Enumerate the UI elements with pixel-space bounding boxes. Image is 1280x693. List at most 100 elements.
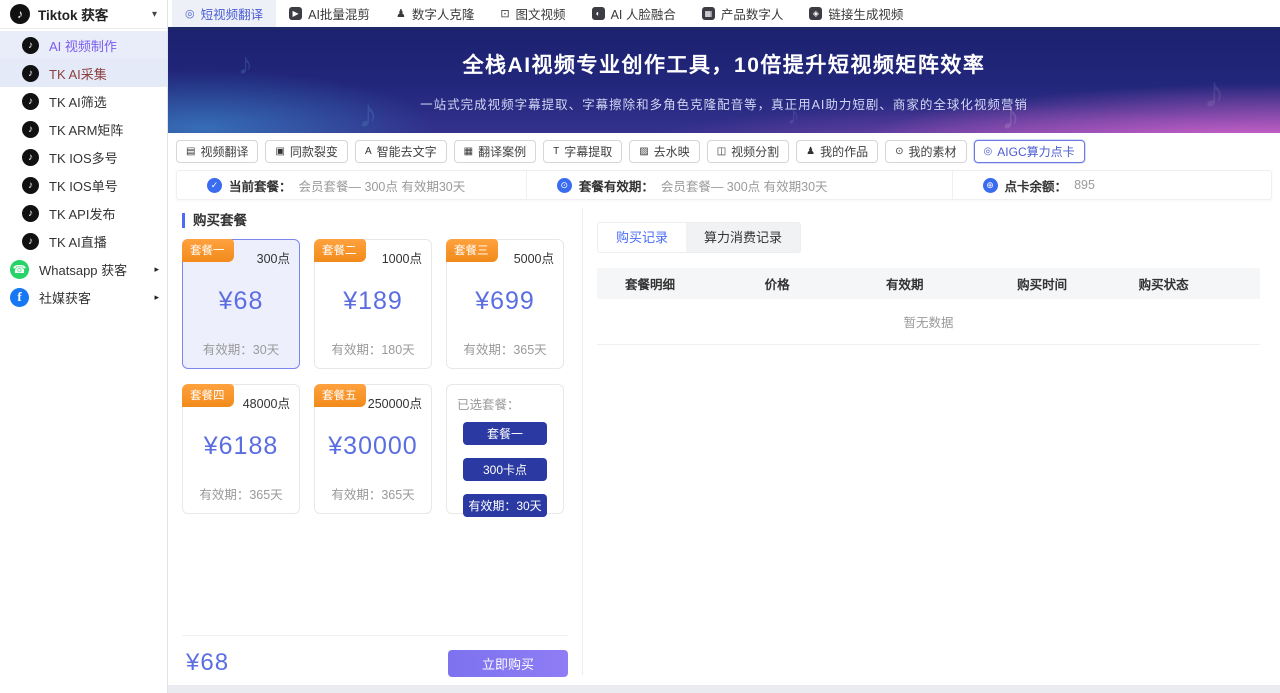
translate-icon: ◎ (185, 7, 195, 20)
package-points: 48000点 (243, 393, 290, 412)
tab-label: 产品数字人 (721, 4, 784, 23)
clock-icon: ⊙ (557, 178, 572, 193)
tab-ai-face-fusion[interactable]: ◐ AI 人脸融合 (579, 0, 689, 27)
watermark-icon: ▨ (639, 146, 648, 157)
sidebar-item-ai-video-create[interactable]: ♪ AI 视频制作 (0, 31, 167, 59)
sidebar-item-social-media[interactable]: f 社媒获客 ▸ (0, 283, 167, 311)
sidebar-item-tk-ios-multi[interactable]: ♪ TK IOS多号 (0, 143, 167, 171)
sidebar: ♪ Tiktok 获客 ▾ ♪ AI 视频制作 ♪ TK AI采集 ♪ TK A… (0, 0, 168, 693)
selected-plan-label: 已选套餐： (457, 394, 553, 413)
spacer (182, 514, 572, 635)
tab-link-generate-video[interactable]: ◈ 链接生成视频 (796, 0, 916, 27)
points-balance-segment: ⊕ 点卡余额： 895 (952, 171, 1271, 199)
smart-text-removal-button[interactable]: A 智能去文字 (355, 140, 447, 163)
selected-plan-summary: 已选套餐： 套餐一 300卡点 有效期：30天 (446, 384, 564, 514)
col-plan-detail: 套餐明细 (625, 274, 765, 293)
package-price: ¥68 (219, 287, 264, 316)
materials-icon: ⊙ (895, 146, 903, 157)
package-card-4[interactable]: 套餐四 48000点 ¥6188 有效期：365天 (182, 384, 300, 514)
tab-label: 数字人克隆 (412, 4, 475, 23)
sidebar-item-label: Whatsapp 获客 (39, 260, 127, 279)
tiktok-icon: ♪ (22, 177, 39, 194)
video-split-icon: ◫ (717, 146, 726, 157)
tab-product-digital-human[interactable]: ▦ 产品数字人 (689, 0, 797, 27)
selected-plan-pills: 套餐一 300卡点 有效期：30天 (457, 422, 553, 517)
tab-consumption-records[interactable]: 算力消费记录 (686, 223, 800, 252)
chevron-right-icon: ▸ (154, 292, 159, 303)
media-play-icon: ⊡ (500, 7, 509, 20)
button-label: 我的素材 (909, 143, 957, 160)
button-label: 智能去文字 (377, 143, 437, 160)
col-validity: 有效期 (886, 274, 1017, 293)
plan-validity-segment: ⊙ 套餐有效期： 会员套餐— 300点 有效期30天 (526, 171, 952, 199)
total-price: ¥68 (186, 649, 229, 677)
purchase-panel: 购买套餐 套餐一 300点 ¥68 有效期：30天 套餐二 1000点 ¥189… (176, 204, 572, 683)
sidebar-item-tk-arm-matrix[interactable]: ♪ TK ARM矩阵 (0, 115, 167, 143)
sidebar-item-tk-api-publish[interactable]: ♪ TK API发布 (0, 199, 167, 227)
package-card-2[interactable]: 套餐二 1000点 ¥189 有效期：180天 (314, 239, 432, 369)
points-balance-label: 点卡余额： (1005, 176, 1068, 195)
points-balance-value: 895 (1074, 178, 1095, 192)
link-video-icon: ◈ (809, 7, 822, 20)
video-translate-icon: ▤ (186, 146, 195, 157)
purchase-footer: ¥68 立即购买 (182, 636, 572, 683)
col-price: 价格 (765, 274, 886, 293)
tab-digital-human-clone[interactable]: ♟ 数字人克隆 (383, 0, 487, 27)
package-price: ¥30000 (328, 432, 417, 461)
translate-cases-button[interactable]: ▦ 翻译案例 (454, 140, 536, 163)
sidebar-header[interactable]: ♪ Tiktok 获客 ▾ (0, 0, 167, 29)
same-style-fission-button[interactable]: ▣ 同款裂变 (265, 140, 347, 163)
text-removal-icon: A (365, 146, 372, 157)
package-points: 300点 (257, 248, 290, 267)
sidebar-item-label: TK AI筛选 (49, 92, 107, 111)
sidebar-item-tk-ai-filter[interactable]: ♪ TK AI筛选 (0, 87, 167, 115)
purchase-section-title: 购买套餐 (182, 213, 572, 228)
sidebar-item-whatsapp[interactable]: ☎ Whatsapp 获客 ▸ (0, 255, 167, 283)
package-price: ¥699 (475, 287, 535, 316)
face-fusion-icon: ◐ (592, 7, 605, 20)
package-badge: 套餐五 (314, 384, 366, 407)
tab-short-video-translate[interactable]: ◎ 短视频翻译 (172, 0, 276, 27)
tab-label: 链接生成视频 (828, 4, 903, 23)
video-translate-button[interactable]: ▤ 视频翻译 (176, 140, 258, 163)
balance-icon: ⊕ (983, 178, 998, 193)
current-plan-segment: ✓ 当前套餐： 会员套餐— 300点 有效期30天 (177, 171, 526, 199)
buy-now-button[interactable]: 立即购买 (448, 650, 568, 677)
sidebar-item-label: AI 视频制作 (49, 36, 117, 55)
hero-banner: ♪ ♪ ♪ ♪ ♪ 全栈AI视频专业创作工具，10倍提升短视频矩阵效率 一站式完… (168, 30, 1280, 133)
package-card-5[interactable]: 套餐五 250000点 ¥30000 有效期：365天 (314, 384, 432, 514)
my-materials-button[interactable]: ⊙ 我的素材 (885, 140, 966, 163)
tab-purchase-records[interactable]: 购买记录 (598, 223, 686, 252)
tiktok-icon: ♪ (22, 149, 39, 166)
package-price: ¥6188 (204, 432, 279, 461)
button-label: 我的作品 (820, 143, 868, 160)
package-validity: 有效期：365天 (331, 484, 414, 503)
package-card-3[interactable]: 套餐三 5000点 ¥699 有效期：365天 (446, 239, 564, 369)
button-label: 字幕提取 (564, 143, 612, 160)
aigc-points-card-button[interactable]: ◎ AIGC算力点卡 (974, 140, 1085, 163)
tiktok-logo-icon: ♪ (10, 4, 30, 24)
tiktok-icon: ♪ (22, 37, 39, 54)
banner-title: 全栈AI视频专业创作工具，10倍提升短视频矩阵效率 (168, 49, 1280, 79)
my-works-button[interactable]: ♟ 我的作品 (796, 140, 878, 163)
package-validity: 有效期：365天 (463, 339, 546, 358)
sidebar-item-tk-ai-collect[interactable]: ♪ TK AI采集 (0, 59, 167, 87)
plan-validity-label: 套餐有效期： (579, 176, 654, 195)
package-points: 5000点 (514, 248, 554, 267)
video-split-button[interactable]: ◫ 视频分割 (707, 140, 789, 163)
sidebar-item-label: TK IOS多号 (49, 148, 118, 167)
button-label: 视频分割 (731, 143, 779, 160)
watermark-removal-button[interactable]: ▨ 去水映 (629, 140, 699, 163)
sidebar-item-tk-ios-single[interactable]: ♪ TK IOS单号 (0, 171, 167, 199)
sidebar-item-label: TK ARM矩阵 (49, 120, 123, 139)
facebook-icon: f (10, 288, 29, 307)
package-cards-grid: 套餐一 300点 ¥68 有效期：30天 套餐二 1000点 ¥189 有效期：… (182, 239, 572, 514)
tab-ai-batch-clip[interactable]: ▶ AI批量混剪 (276, 0, 383, 27)
sidebar-item-tk-ai-live[interactable]: ♪ TK AI直播 (0, 227, 167, 255)
content-area: 购买套餐 套餐一 300点 ¥68 有效期：30天 套餐二 1000点 ¥189… (168, 200, 1280, 693)
package-card-1[interactable]: 套餐一 300点 ¥68 有效期：30天 (182, 239, 300, 369)
chevron-right-icon: ▸ (154, 264, 159, 275)
tab-image-text-video[interactable]: ⊡ 图文视频 (487, 0, 578, 27)
subtitle-extract-button[interactable]: T 字幕提取 (543, 140, 622, 163)
chevron-down-icon[interactable]: ▾ (152, 9, 157, 20)
